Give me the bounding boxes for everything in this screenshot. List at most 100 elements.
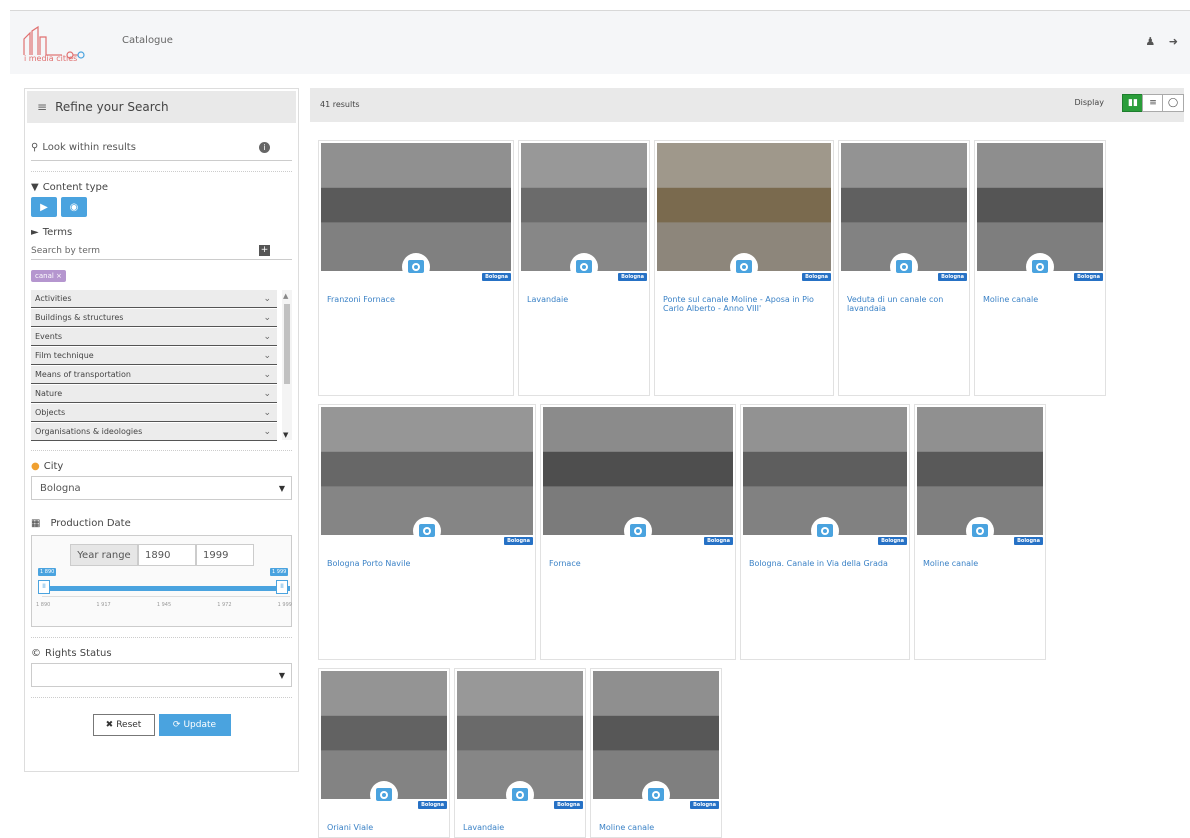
result-card[interactable]: Bologna Fornace [540, 404, 736, 660]
term-category-label: Nature [35, 389, 63, 398]
add-term-icon[interactable]: + [259, 245, 270, 256]
chevron-down-icon: ⌄ [263, 407, 271, 418]
year-slider-track[interactable] [42, 586, 290, 591]
result-title[interactable]: Bologna Porto Navile [327, 559, 531, 568]
result-title[interactable]: Fornace [549, 559, 731, 568]
term-category-label: Organisations & ideologies [35, 427, 143, 436]
photo-thumbnail[interactable] [841, 143, 967, 271]
result-card[interactable]: Bologna Moline canale [974, 140, 1106, 396]
slider-min-handle[interactable]: II [38, 580, 50, 594]
scroll-up-icon[interactable]: ▲ [283, 292, 288, 300]
city-tag: Bologna [938, 273, 967, 281]
reset-button[interactable]: ✖ Reset [92, 714, 155, 736]
result-title[interactable]: Moline canale [923, 559, 1041, 568]
divider [31, 697, 292, 698]
result-card[interactable]: Bologna Bologna Porto Navile [318, 404, 536, 660]
result-title[interactable]: Franzoni Fornace [327, 295, 509, 304]
term-category-item[interactable]: Nature ⌄ [31, 385, 277, 403]
term-search-input[interactable]: Search by term + [31, 242, 292, 260]
copyright-icon: © [31, 648, 41, 659]
result-title[interactable]: Moline canale [983, 295, 1101, 304]
result-card[interactable]: Bologna Bologna. Canale in Via della Grad… [740, 404, 910, 660]
result-title[interactable]: Ponte sul canale Moline - Aposa in Pio C… [663, 295, 829, 313]
refresh-icon: ⟳ [172, 720, 181, 730]
close-icon[interactable]: × [56, 272, 62, 280]
result-title[interactable]: Veduta di un canale con lavandaia [847, 295, 965, 313]
year-from-input[interactable]: 1890 [138, 544, 196, 566]
active-term-chip[interactable]: canal × [31, 270, 66, 282]
action-buttons: ✖ Reset ⟳ Update [25, 714, 298, 736]
term-category-item[interactable]: Objects ⌄ [31, 404, 277, 422]
result-card[interactable]: Bologna Ponte sul canale Moline - Aposa i… [654, 140, 834, 396]
photo-thumbnail[interactable] [543, 407, 733, 535]
divider [31, 450, 292, 451]
content-type-buttons: ▶ ◉ [31, 197, 292, 217]
divider [31, 637, 292, 638]
photo-thumbnail[interactable] [521, 143, 647, 271]
result-card[interactable]: Bologna Moline canale [590, 668, 722, 838]
update-button[interactable]: ⟳ Update [158, 714, 231, 736]
list-icon: ≡ [1149, 98, 1157, 108]
rights-status-select[interactable]: ▼ [31, 663, 292, 687]
image-type-button[interactable]: ◉ [61, 197, 87, 217]
term-category-label: Buildings & structures [35, 313, 124, 322]
tick-label: 1 890 [36, 602, 51, 608]
term-category-item[interactable]: Events ⌄ [31, 328, 277, 346]
info-icon[interactable]: i [259, 142, 270, 153]
video-type-button[interactable]: ▶ [31, 197, 57, 217]
result-card[interactable]: Bologna Oriani Viale [318, 668, 450, 838]
user-icon[interactable]: ♟ [1145, 35, 1155, 48]
year-to-input[interactable]: 1999 [196, 544, 254, 566]
scroll-down-icon[interactable]: ▼ [283, 431, 288, 439]
result-card[interactable]: Bologna Lavandaie [518, 140, 650, 396]
term-category-item[interactable]: Organisations & ideologies ⌄ [31, 423, 277, 441]
term-category-label: Objects [35, 408, 66, 417]
term-category-item[interactable]: Activities ⌄ [31, 290, 277, 308]
photo-thumbnail[interactable] [457, 671, 583, 799]
calendar-icon: ▦ [31, 518, 41, 529]
term-list-scrollbar[interactable]: ▲ ▼ [282, 290, 292, 440]
camera-icon [402, 253, 430, 281]
results-count: 41 results [320, 100, 360, 109]
result-card[interactable]: Bologna Franzoni Fornace [318, 140, 514, 396]
photo-thumbnail[interactable] [743, 407, 907, 535]
sign-out-icon[interactable]: ➜ [1169, 35, 1178, 48]
city-select[interactable]: Bologna ▼ [31, 476, 292, 500]
term-category-item[interactable]: Means of transportation ⌄ [31, 366, 277, 384]
photo-thumbnail[interactable] [917, 407, 1043, 535]
slider-max-handle[interactable]: II [276, 580, 288, 594]
camera-icon [413, 517, 441, 545]
chevron-down-icon: ⌄ [263, 426, 271, 437]
result-title[interactable]: Bologna. Canale in Via della Grada [749, 559, 905, 568]
look-within-input[interactable]: ⚲ Look within results i [31, 135, 292, 161]
photo-thumbnail[interactable] [321, 407, 533, 535]
update-label: Update [183, 720, 217, 730]
scrollbar-thumb[interactable] [284, 304, 290, 384]
list-view-button[interactable]: ≡ [1142, 94, 1164, 112]
photo-thumbnail[interactable] [321, 143, 511, 271]
result-card[interactable]: Bologna Moline canale [914, 404, 1046, 660]
close-icon: ✖ [105, 720, 114, 730]
term-category-item[interactable]: Buildings & structures ⌄ [31, 309, 277, 327]
photo-thumbnail[interactable] [657, 143, 831, 271]
divider [31, 171, 292, 172]
result-title[interactable]: Lavandaie [527, 295, 645, 304]
result-card[interactable]: Bologna Veduta di un canale con lavandaia [838, 140, 970, 396]
camera-icon [966, 517, 994, 545]
term-category-item[interactable]: Film technique ⌄ [31, 347, 277, 365]
nav-catalogue[interactable]: Catalogue [122, 35, 173, 46]
tick-label: 1 972 [217, 602, 232, 608]
city-tag: Bologna [1014, 537, 1043, 545]
photo-thumbnail[interactable] [977, 143, 1103, 271]
photo-thumbnail[interactable] [593, 671, 719, 799]
caret-down-icon: ▼ [278, 483, 285, 493]
city-tag: Bologna [418, 801, 447, 809]
result-card[interactable]: Bologna Lavandaie [454, 668, 586, 838]
grid-view-button[interactable]: ▮▮ [1122, 94, 1144, 112]
video-icon: ▶ [40, 201, 48, 213]
photo-thumbnail[interactable] [321, 671, 447, 799]
map-view-button[interactable]: ◯ [1162, 94, 1184, 112]
logo-text: i media cities [24, 54, 78, 63]
city-tag: Bologna [690, 801, 719, 809]
city-tag: Bologna [504, 537, 533, 545]
